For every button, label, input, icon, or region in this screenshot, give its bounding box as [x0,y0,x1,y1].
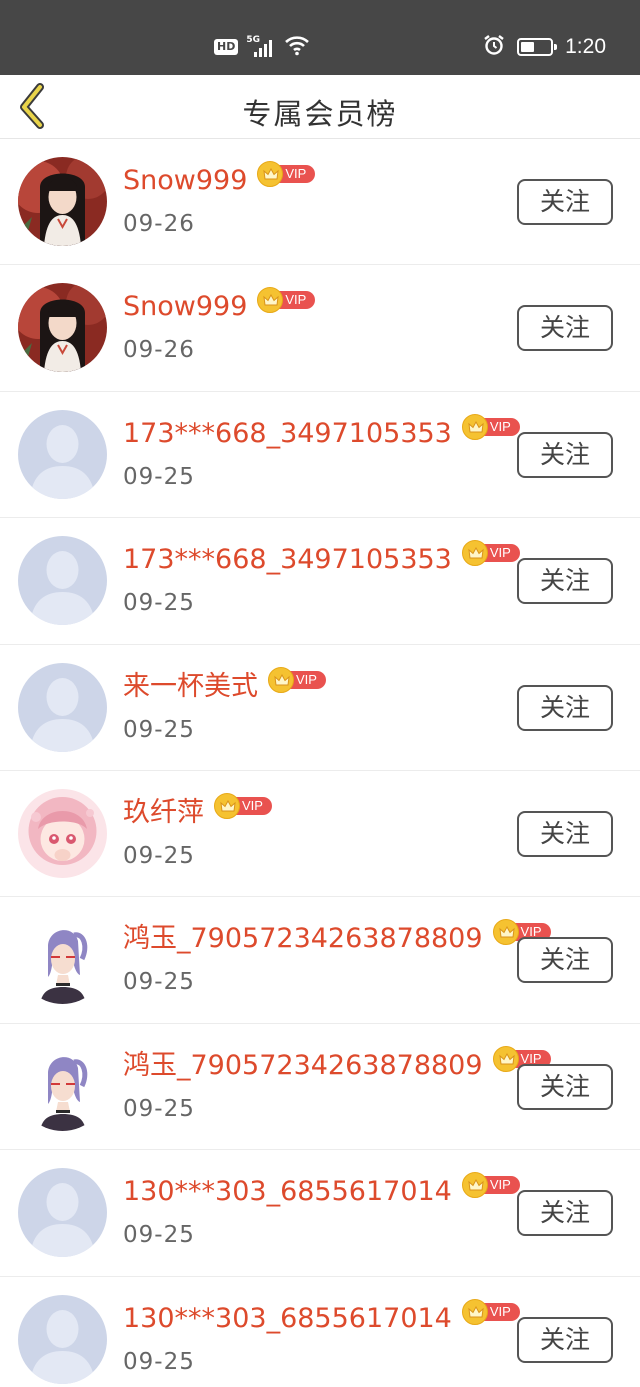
member-name[interactable]: 玖纤萍 [123,795,204,831]
status-icons-left: HD 5G [214,34,310,60]
crown-icon [257,287,284,314]
follow-button[interactable]: 关注 [517,431,613,478]
status-icons-right: 1:20 [483,32,606,62]
avatar[interactable] [18,157,107,246]
status-time: 1:20 [565,35,606,58]
alarm-icon [483,34,505,60]
crown-icon [461,1298,488,1325]
member-row[interactable]: 来一杯美式 VIP 09-25 关注 [0,644,640,771]
member-name[interactable]: 173***668_3497105353 [123,416,452,452]
crown-icon [214,792,240,819]
crown-icon [492,1045,519,1072]
vip-badge: VIP [214,792,272,819]
vip-badge: VIP [461,1298,520,1325]
follow-button[interactable]: 关注 [517,179,613,225]
crown-icon [461,413,488,440]
member-name-line: 鸿玉_79057234263878809 VIP [123,1045,551,1084]
avatar[interactable] [18,1168,107,1258]
member-name-line: 鸿玉_79057234263878809 VIP [123,919,551,957]
member-date: 09-25 [123,969,195,996]
member-name[interactable]: 鸿玉_79057234263878809 [123,921,483,957]
member-row[interactable]: 130***303_6855617014 VIP 09-25 关注 [0,1276,640,1387]
member-date: 09-25 [123,1348,195,1375]
member-name-line: 玖纤萍 VIP [123,792,272,831]
member-row[interactable]: 173***668_3497105353 VIP 09-25 关注 [0,518,640,645]
member-name-line: 130***303_6855617014 VIP [123,1172,520,1210]
member-name[interactable]: 130***303_6855617014 [123,1174,452,1210]
member-name[interactable]: 130***303_6855617014 [123,1301,452,1337]
avatar[interactable] [18,1294,107,1384]
member-date: 09-25 [123,1095,195,1122]
hd-indicator: HD [214,39,239,55]
crown-icon [257,161,284,187]
member-row[interactable]: 鸿玉_79057234263878809 VIP 09-25 关注 [0,1023,640,1151]
status-bar: HD 5G 1:20 [0,0,640,75]
avatar[interactable] [18,283,107,373]
follow-button[interactable]: 关注 [517,558,613,605]
vip-badge: VIP [461,413,520,440]
member-list: Snow999 VIP 09-26 关注 Snow999 VIP 09-26 关注 173***… [0,139,640,1387]
cellular-signal-icon: 5G [246,35,276,57]
wifi-icon [284,34,310,60]
member-date: 09-25 [123,1222,195,1249]
member-name-line: 173***668_3497105353 VIP [123,413,520,452]
member-row[interactable]: Snow999 VIP 09-26 关注 [0,139,640,266]
follow-button[interactable]: 关注 [517,684,613,731]
member-date: 09-25 [123,842,195,869]
member-row[interactable]: 130***303_6855617014 VIP 09-25 关注 [0,1150,640,1277]
crown-icon [461,540,488,567]
crown-icon [268,666,294,693]
member-row[interactable]: Snow999 VIP 09-26 关注 [0,265,640,392]
avatar[interactable] [18,788,107,878]
member-name-line: Snow999 VIP [123,161,316,199]
member-name[interactable]: Snow999 [123,289,247,325]
member-name-line: 173***668_3497105353 VIP [123,540,520,578]
vip-badge: VIP [257,161,316,187]
crown-icon [461,1172,488,1199]
member-name[interactable]: 173***668_3497105353 [123,542,452,578]
vip-badge: VIP [461,540,520,567]
avatar[interactable] [18,1041,107,1131]
member-date: 09-26 [123,211,195,237]
member-row[interactable]: 鸿玉_79057234263878809 VIP 09-25 关注 [0,897,640,1024]
member-row[interactable]: 玖纤萍 VIP 09-25 关注 [0,770,640,898]
avatar[interactable] [18,662,107,752]
avatar[interactable] [18,536,107,626]
vip-badge: VIP [268,666,326,693]
crown-icon [492,919,519,946]
battery-icon [517,38,558,56]
member-name-line: 来一杯美式 VIP [123,666,326,705]
avatar[interactable] [18,409,107,499]
vip-badge: VIP [461,1172,520,1199]
follow-button[interactable]: 关注 [517,1063,613,1110]
page-title: 专属会员榜 [242,97,398,131]
follow-button[interactable]: 关注 [517,1190,613,1237]
member-date: 09-25 [123,590,195,617]
vip-badge: VIP [257,287,316,314]
member-name-line: 130***303_6855617014 VIP [123,1298,520,1337]
member-name-line: Snow999 VIP [123,287,316,325]
follow-button[interactable]: 关注 [517,937,613,984]
member-name[interactable]: 鸿玉_79057234263878809 [123,1048,483,1084]
follow-button[interactable]: 关注 [517,1316,613,1363]
member-date: 09-26 [123,337,195,364]
avatar[interactable] [18,915,107,1005]
member-name[interactable]: 来一杯美式 [123,669,258,705]
follow-button[interactable]: 关注 [517,810,613,857]
follow-button[interactable]: 关注 [517,305,613,352]
nav-header: 专属会员榜 [0,75,640,139]
member-name[interactable]: Snow999 [123,163,247,199]
member-row[interactable]: 173***668_3497105353 VIP 09-25 关注 [0,391,640,519]
member-date: 09-25 [123,463,195,490]
member-date: 09-25 [123,716,195,743]
